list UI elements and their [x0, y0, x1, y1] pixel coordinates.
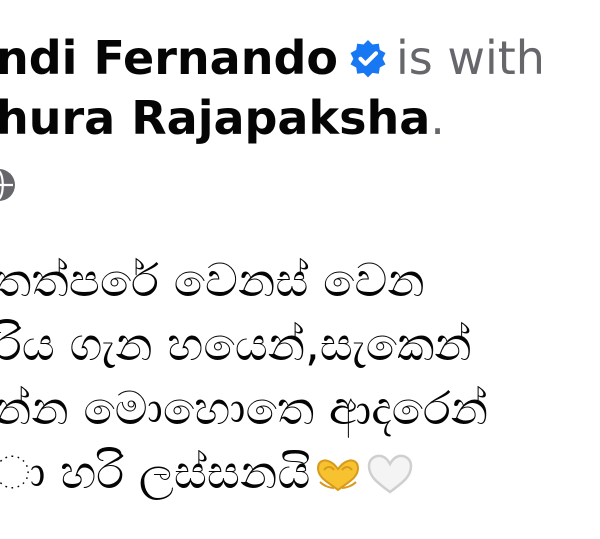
post-header: ndi Fernando is with hura Rajapaksha.: [0, 28, 600, 148]
post-line: ා හරි ලස්සනයි: [0, 445, 311, 499]
post-line-last: ා හරි ලස්සනයි: [0, 440, 600, 504]
header-period: .: [430, 91, 445, 145]
globe-icon[interactable]: [0, 168, 16, 202]
post-line: තත්පරේ වෙනස් වෙන: [0, 253, 425, 307]
header-line-2: hura Rajapaksha.: [0, 88, 600, 148]
verified-badge-icon: [348, 32, 388, 78]
tagged-person-link[interactable]: hura Rajapaksha: [0, 91, 430, 145]
is-with-text: is with: [395, 31, 545, 85]
white-heart-emoji-icon: [366, 448, 414, 494]
post-line: න්න මොහොතෙ ආදරෙන්: [0, 381, 489, 435]
post-line: රිය ගැන හයෙන්,සැකෙන්: [0, 317, 472, 371]
post-body: තත්පරේ වෙනස් වෙන රිය ගැන හයෙන්,සැකෙන් න්…: [0, 248, 600, 504]
header-line-1: ndi Fernando is with: [0, 28, 600, 88]
heart-hands-emoji-icon: [314, 448, 362, 492]
author-name-link[interactable]: ndi Fernando: [0, 31, 338, 85]
